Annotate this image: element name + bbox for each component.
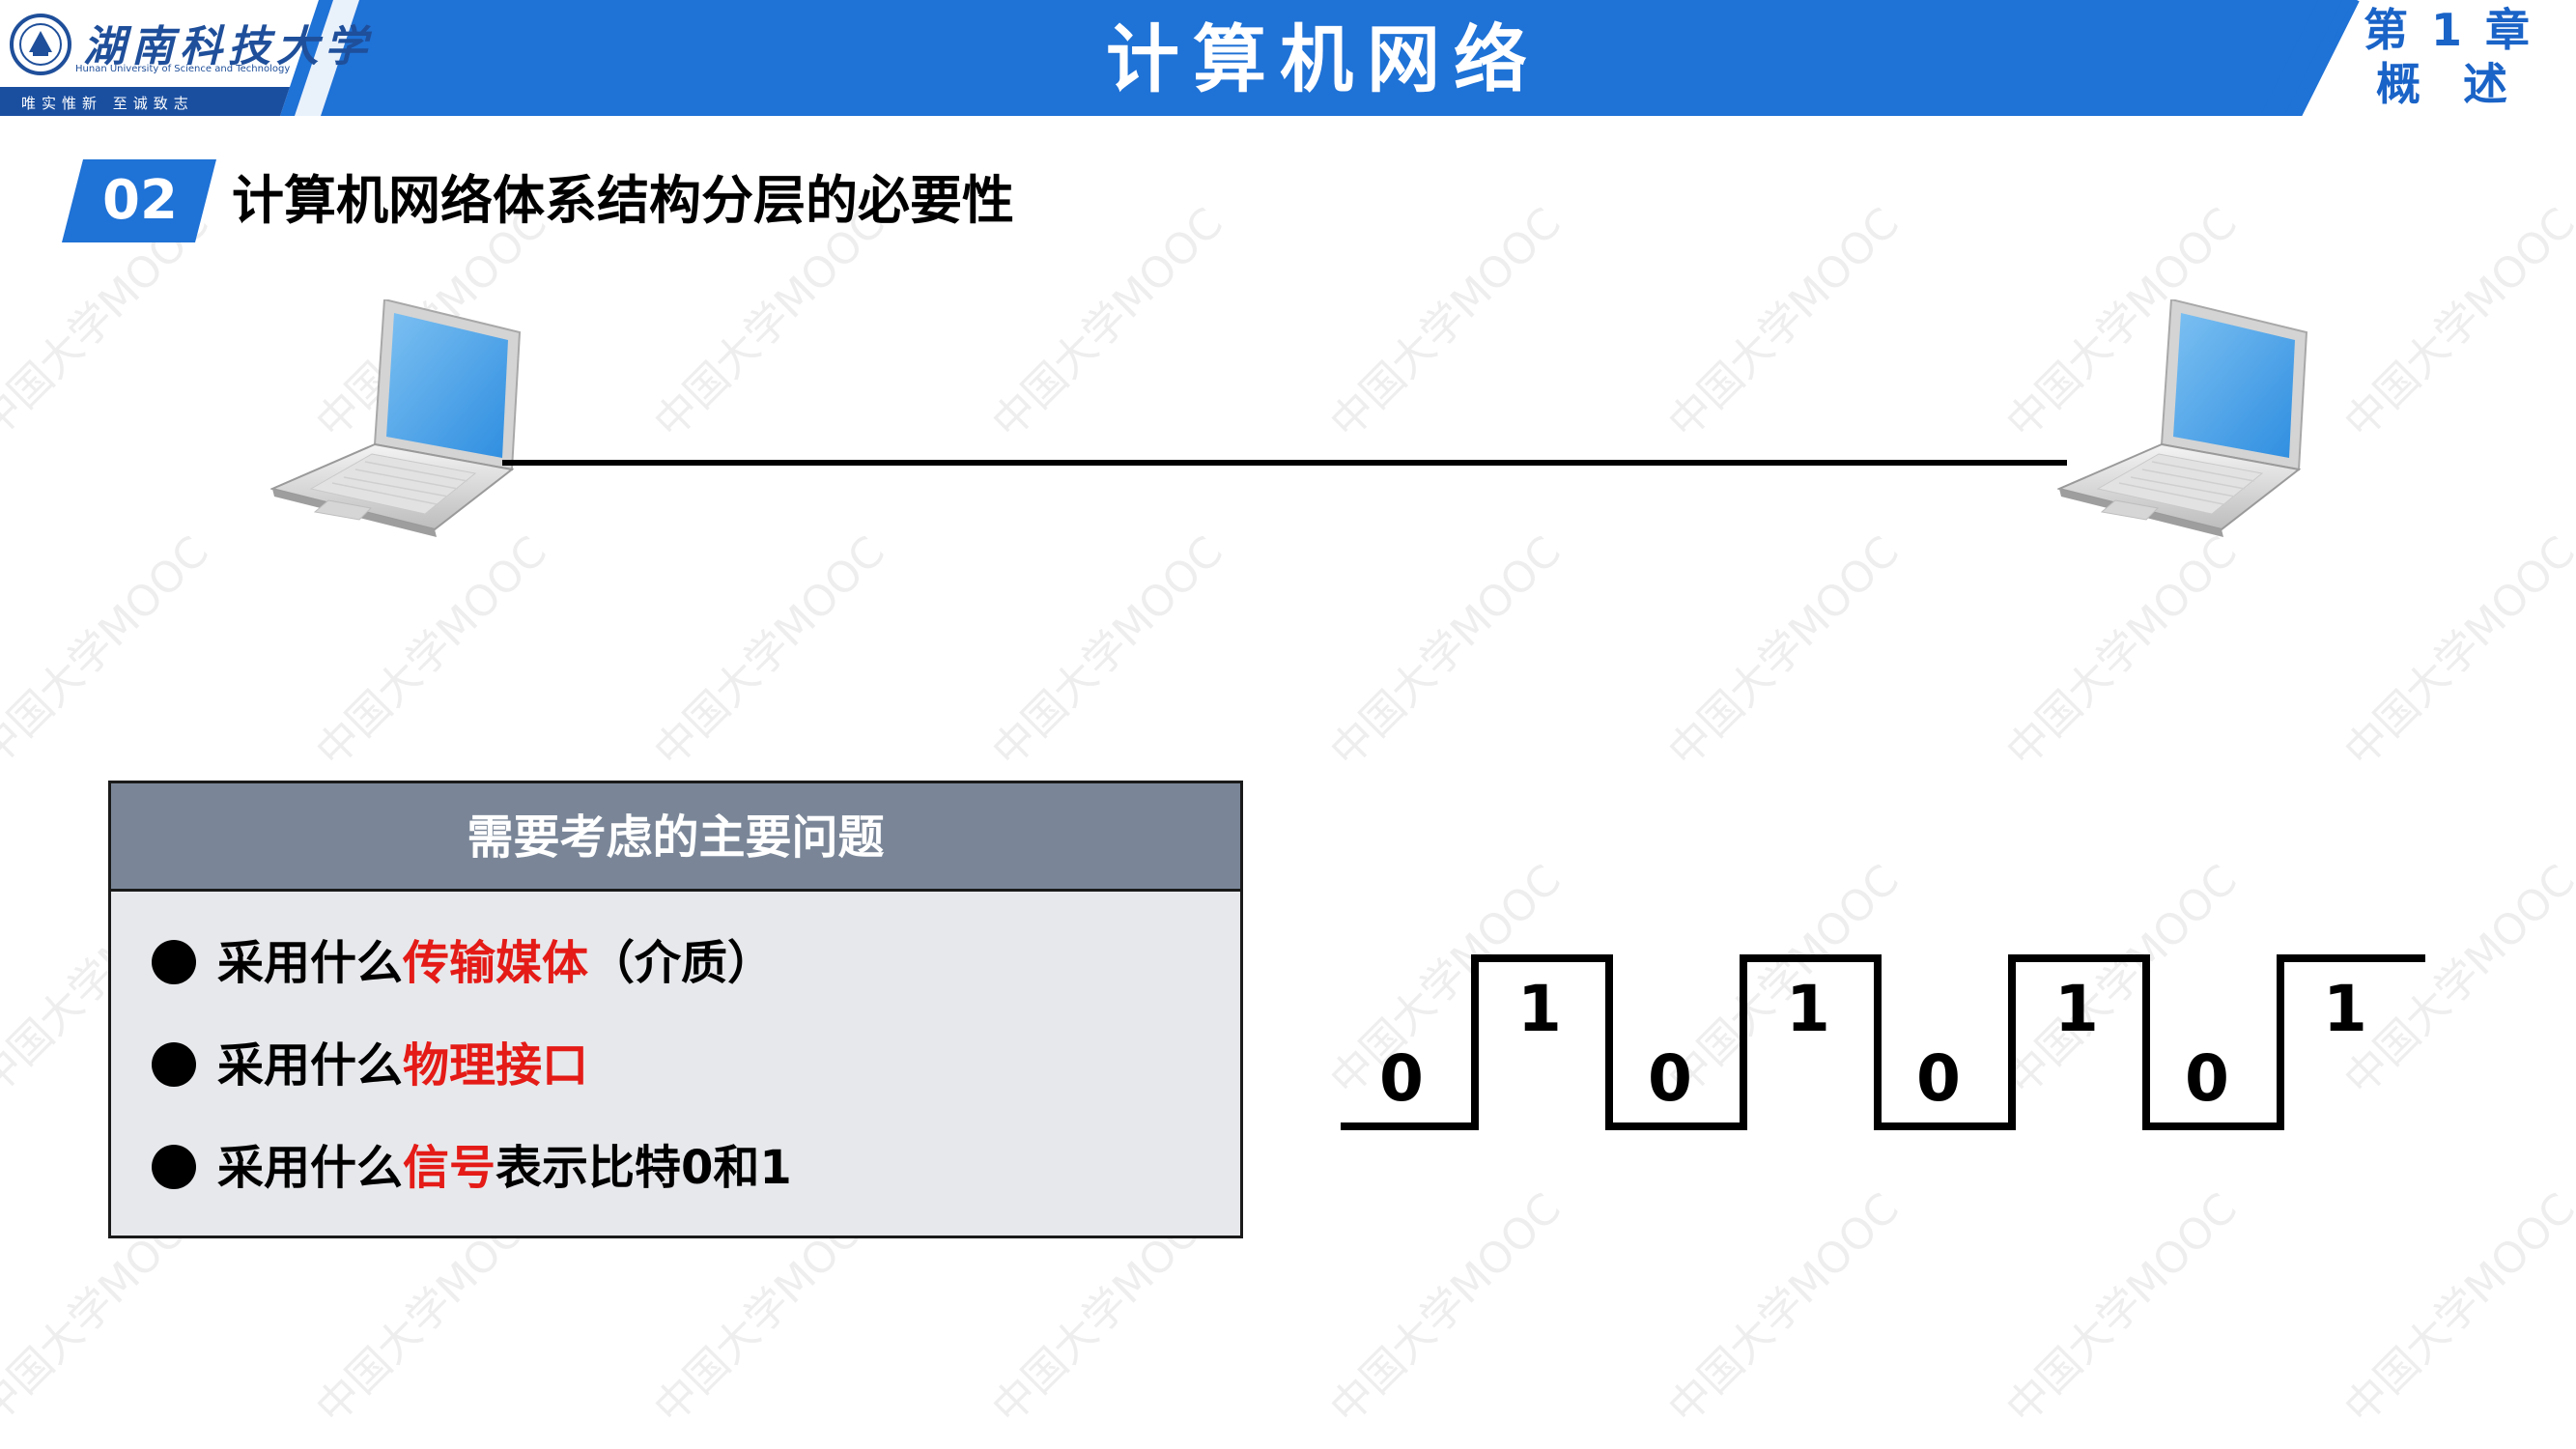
question-prefix: 采用什么: [217, 1141, 404, 1195]
watermark-text: 中国大学MOOC: [1320, 526, 1571, 777]
bit-label: 1: [1786, 972, 1830, 1046]
laptop-icon: [270, 299, 522, 537]
watermark-text: 中国大学MOOC: [1320, 1183, 1571, 1434]
bit-label: 1: [1517, 972, 1562, 1046]
watermark-text: 中国大学MOOC: [2335, 198, 2576, 448]
question-highlight: 物理接口: [403, 1038, 589, 1093]
question-highlight: 信号: [403, 1141, 496, 1195]
chapter-label: 第 1 章: [2363, 4, 2534, 56]
laptop-icon: [2057, 299, 2308, 537]
question-item: 采用什么信号表示比特0和1: [152, 1129, 792, 1207]
watermark-text: 中国大学MOOC: [1996, 526, 2247, 777]
question-item: 采用什么物理接口: [152, 1027, 588, 1104]
header-bar: 湖南科技大学 Hunan University of Science and T…: [0, 0, 2576, 116]
watermark-text: 中国大学MOOC: [982, 198, 1232, 448]
section-title: 计算机网络体系结构分层的必要性: [232, 170, 1014, 231]
bit-label: 0: [2185, 1041, 2229, 1116]
question-highlight: 传输媒体: [403, 936, 589, 990]
watermark-text: 中国大学MOOC: [1996, 1183, 2247, 1434]
question-suffix: （介质）: [588, 936, 775, 990]
watermark-text: 中国大学MOOC: [0, 526, 218, 777]
watermark-text: 中国大学MOOC: [1658, 198, 1909, 448]
watermark-text: 中国大学MOOC: [306, 526, 556, 777]
bullet-icon: [152, 1145, 196, 1189]
university-logo: 湖南科技大学 Hunan University of Science and T…: [0, 0, 367, 116]
bullet-icon: [152, 1042, 196, 1087]
bit-label: 0: [1379, 1041, 1424, 1116]
questions-panel-title: 需要考虑的主要问题: [467, 810, 885, 865]
bit-label: 1: [2323, 972, 2367, 1046]
watermark-text: 中国大学MOOC: [644, 526, 894, 777]
watermark-text: 中国大学MOOC: [2335, 526, 2576, 777]
signal-trace: [1341, 954, 2425, 1130]
university-motto: 唯实惟新 至诚致志: [21, 95, 194, 112]
chapter-title: 概 述: [2375, 58, 2521, 110]
course-title: 计算机网络: [1106, 16, 1541, 102]
chapter-indicator: 第 1 章 概 述: [2337, 0, 2560, 116]
section-number: 02: [102, 169, 178, 232]
question-suffix: 表示比特0和1: [495, 1141, 792, 1195]
watermark-text: 中国大学MOOC: [2335, 1183, 2576, 1434]
bit-label: 0: [1648, 1041, 1692, 1116]
question-item: 采用什么传输媒体（介质）: [152, 924, 774, 1002]
question-prefix: 采用什么: [217, 1038, 404, 1093]
watermark-text: 中国大学MOOC: [1320, 198, 1571, 448]
questions-panel-header: 需要考虑的主要问题: [111, 783, 1240, 892]
bit-label: 0: [1916, 1041, 1961, 1116]
bullet-icon: [152, 940, 196, 984]
question-prefix: 采用什么: [217, 936, 404, 990]
transmission-line: [502, 460, 2067, 466]
watermark-text: 中国大学MOOC: [1658, 1183, 1909, 1434]
digital-signal-waveform: 0 1 0 1 0 1 0 1: [1333, 937, 2434, 1140]
questions-panel: 需要考虑的主要问题 采用什么传输媒体（介质） 采用什么物理接口 采用什么信号表示…: [108, 781, 1243, 1238]
watermark-text: 中国大学MOOC: [1658, 526, 1909, 777]
watermark-text: 中国大学MOOC: [982, 526, 1232, 777]
university-emblem-icon: [10, 14, 71, 75]
university-name-en: Hunan University of Science and Technolo…: [75, 64, 291, 74]
bit-label: 1: [2054, 972, 2099, 1046]
